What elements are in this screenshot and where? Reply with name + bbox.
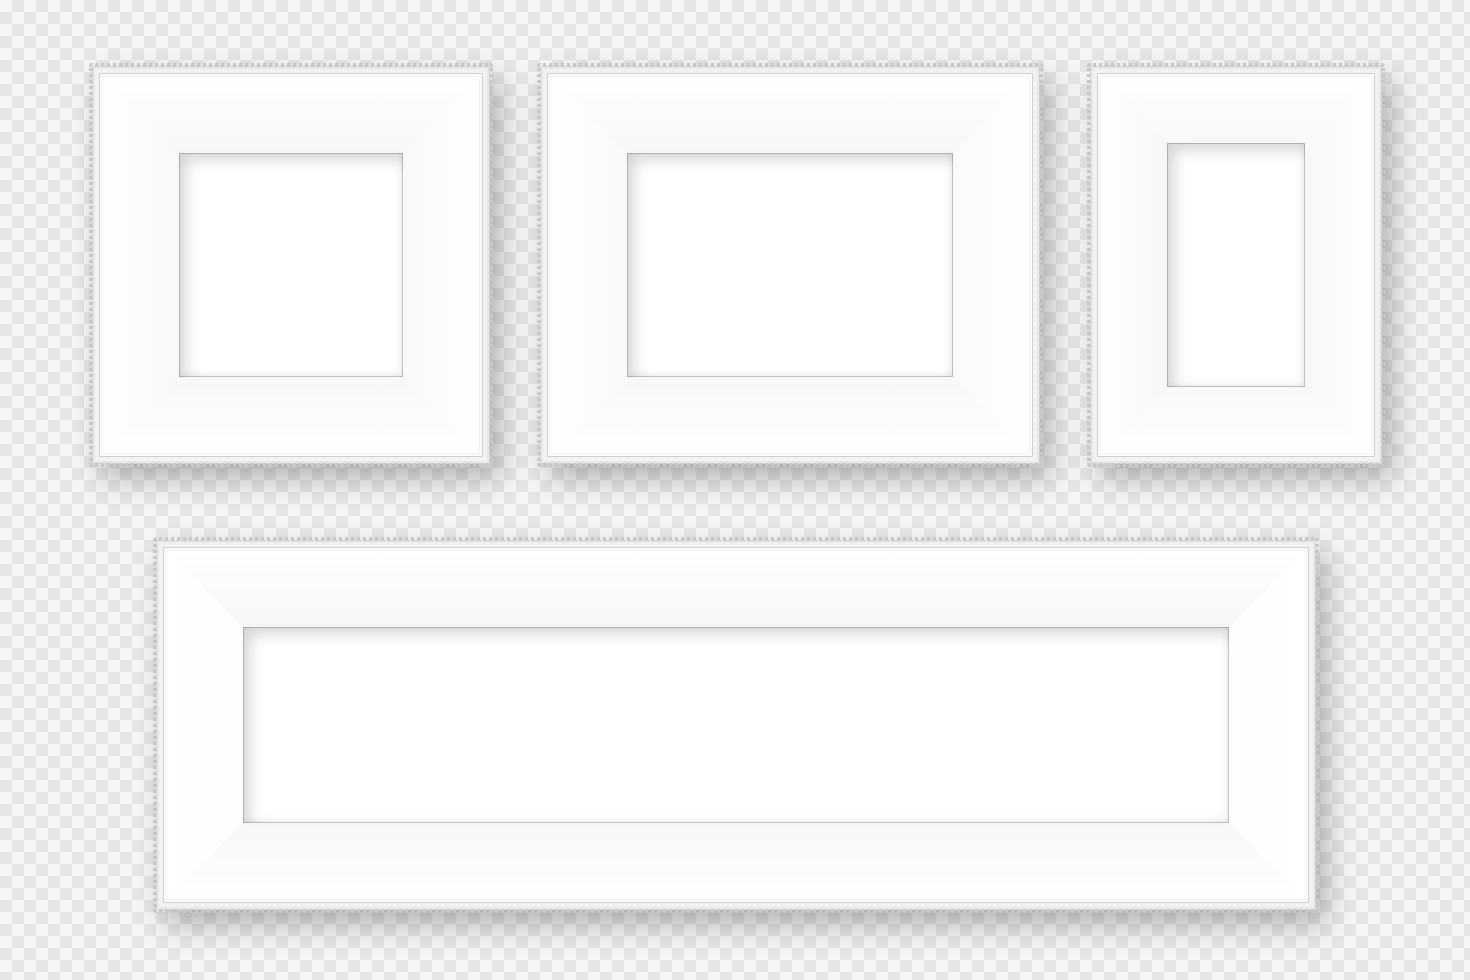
frame-window — [627, 153, 953, 377]
frame-portrait — [1090, 66, 1382, 464]
frame-window — [179, 153, 403, 377]
frame-panorama — [156, 540, 1316, 910]
canvas — [0, 0, 1470, 980]
frame-window — [243, 627, 1229, 823]
frame-square — [92, 66, 490, 464]
frame-landscape — [540, 66, 1040, 464]
frame-window — [1167, 143, 1305, 387]
